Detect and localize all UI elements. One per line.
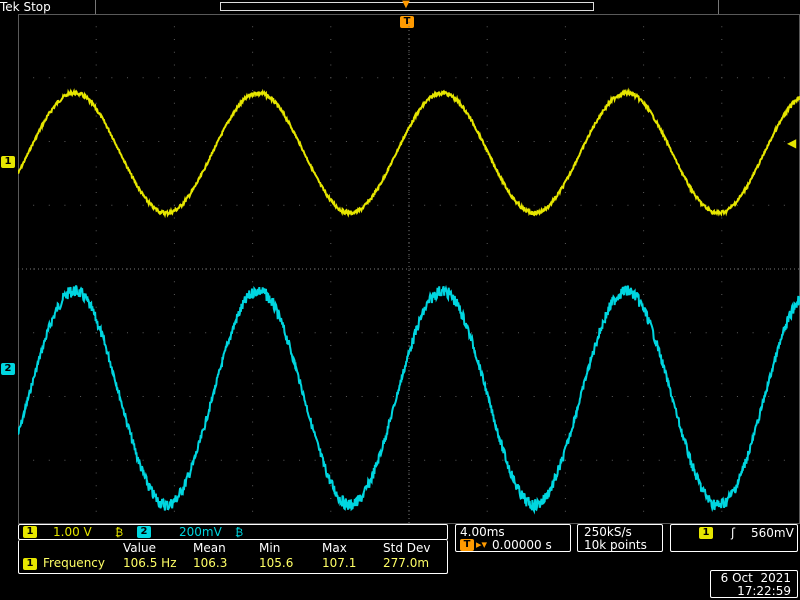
trigger-position-icon[interactable]: ▼ — [401, 0, 411, 12]
channel-1-badge: 1 — [23, 526, 37, 538]
trigger-level-icon[interactable]: ◀ — [787, 136, 796, 150]
channel-2-scale: 200mV — [179, 525, 222, 539]
measurement-max: 107.1 — [322, 556, 357, 570]
trigger-readout[interactable]: 1 ʃ 560mV — [670, 524, 798, 552]
scope-status: Tek Stop — [0, 0, 51, 14]
measurement-std-dev: 277.0m — [383, 556, 430, 570]
top-divider-right — [718, 0, 719, 14]
channel-1-scale: 1.00 V — [53, 525, 92, 539]
sample-rate: 250kS/s — [584, 525, 632, 539]
date-label: 6 Oct 2021 — [720, 571, 791, 585]
bandwidth-limit-icon: ₿ — [115, 526, 124, 539]
waveform-display[interactable] — [18, 14, 800, 524]
acquisition-state: Stop — [23, 0, 51, 14]
trigger-delay-arrow-icon: ▸▾ — [476, 538, 488, 551]
horizontal-readout[interactable]: 4.00ms T ▸▾ 0.00000 s — [455, 524, 571, 552]
measurement-name: Frequency — [43, 556, 105, 570]
time-per-division: 4.00ms — [460, 525, 505, 539]
measurement-header-max: Max — [322, 541, 347, 555]
channel-1-ground-marker[interactable]: 1 — [1, 156, 15, 168]
measurement-header-value: Value — [123, 541, 156, 555]
measurement-panel[interactable]: Value Mean Min Max Std Dev 1 Frequency 1… — [18, 540, 448, 574]
datetime-readout: 6 Oct 2021 17:22:59 — [710, 570, 798, 598]
trigger-position-value: 0.00000 s — [492, 538, 552, 552]
measurement-value: 106.5 Hz — [123, 556, 177, 570]
channel-2-badge: 2 — [137, 526, 151, 538]
record-length: 10k points — [584, 538, 647, 552]
rising-edge-icon: ʃ — [731, 526, 736, 540]
measurement-header-mean: Mean — [193, 541, 226, 555]
acquisition-readout[interactable]: 250kS/s 10k points — [577, 524, 663, 552]
measurement-header-min: Min — [259, 541, 281, 555]
measurement-channel-badge: 1 — [23, 558, 37, 570]
vertical-readout[interactable]: 1 1.00 V ₿ 2 200mV ₿ — [18, 524, 448, 540]
time-label: 17:22:59 — [737, 584, 791, 598]
measurement-min: 105.6 — [259, 556, 294, 570]
measurement-mean: 106.3 — [193, 556, 228, 570]
channel-2-ground-marker[interactable]: 2 — [1, 363, 15, 375]
brand-label: Tek — [0, 0, 20, 14]
trigger-position-badge: T — [460, 539, 474, 551]
top-divider-left — [95, 0, 96, 14]
trigger-level: 560mV — [751, 526, 794, 540]
trigger-source-badge: 1 — [699, 527, 713, 539]
measurement-header-std-dev: Std Dev — [383, 541, 431, 555]
bandwidth-limit-icon: ₿ — [235, 526, 244, 539]
channel-1-waveform — [18, 87, 800, 219]
